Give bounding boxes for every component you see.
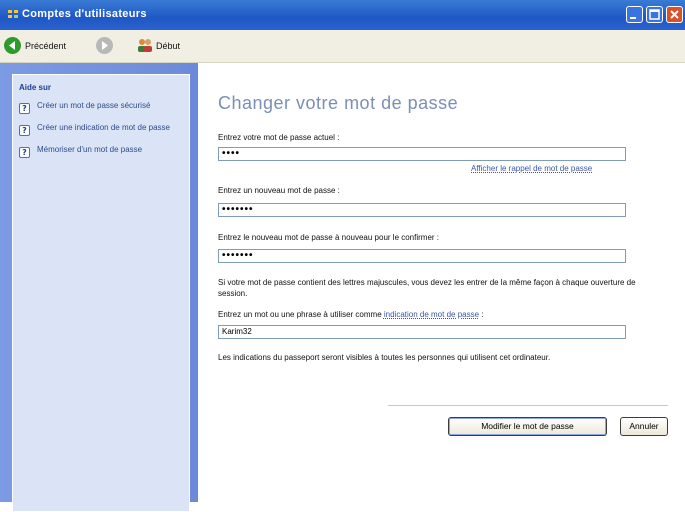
divider [388,405,668,406]
new-password-label: Entrez un nouveau mot de passe : [218,186,340,195]
sidebar-item-label[interactable]: Mémoriser d'un mot de passe [37,145,182,155]
window-title: Comptes d'utilisateurs [22,8,147,20]
title-bar[interactable]: Comptes d'utilisateurs [0,0,685,30]
help-icon: ? [19,103,30,114]
confirm-password-label: Entrez le nouveau mot de passe à nouveau… [218,233,440,242]
maximize-button[interactable] [646,6,663,23]
help-icon: ? [19,125,30,136]
sidebar-item-label[interactable]: Créer un mot de passe sécurisé [37,101,182,111]
page-title: Changer votre mot de passe [218,93,459,113]
close-button[interactable] [666,6,683,23]
cancel-button[interactable]: Annuler [620,417,668,436]
visibility-note: Les indications du passeport seront visi… [218,353,551,362]
user-accounts-icon [8,10,18,18]
sidebar-item-label[interactable]: Créer une indication de mot de passe [37,123,182,133]
close-icon [670,10,679,19]
hint-label-suffix: : [481,310,484,319]
password-hint-link[interactable]: indication de mot de passe [384,310,479,319]
home-button[interactable]: Début [156,41,180,57]
help-icon: ? [19,147,30,158]
show-hint-link[interactable]: Afficher le rappel de mot de passe [471,164,592,173]
current-password-label: Entrez votre mot de passe actuel : [218,133,340,142]
hint-label: Entrez un mot ou une phrase à utiliser c… [218,310,484,319]
users-home-icon[interactable] [136,37,154,54]
uppercase-note: Si votre mot de passe contient des lettr… [218,278,636,298]
back-arrow-icon[interactable] [4,37,21,54]
forward-arrow-icon[interactable] [96,37,113,54]
help-panel-header: Aide sur [19,83,52,92]
confirm-password-field[interactable]: ••••••• [218,249,626,263]
new-password-field[interactable]: ••••••• [218,203,626,217]
navigation-toolbar: Précédent Début [0,30,685,63]
password-hint-field[interactable]: Karim32 [218,325,626,339]
change-password-button[interactable]: Modifier le mot de passe [448,417,607,436]
maximize-icon [649,9,660,20]
task-sidebar: Aide sur ? Créer un mot de passe sécuris… [0,63,198,512]
minimize-icon [630,17,636,19]
back-button[interactable]: Précédent [25,41,66,57]
help-panel: Aide sur ? Créer un mot de passe sécuris… [12,74,190,512]
user-accounts-window: Comptes d'utilisateurs Précédent Début A… [0,0,685,512]
main-content: Changer votre mot de passe Entrez votre … [198,63,685,502]
hint-label-prefix: Entrez un mot ou une phrase à utiliser c… [218,310,382,319]
current-password-field[interactable]: •••• [218,147,626,161]
minimize-button[interactable] [626,6,643,23]
